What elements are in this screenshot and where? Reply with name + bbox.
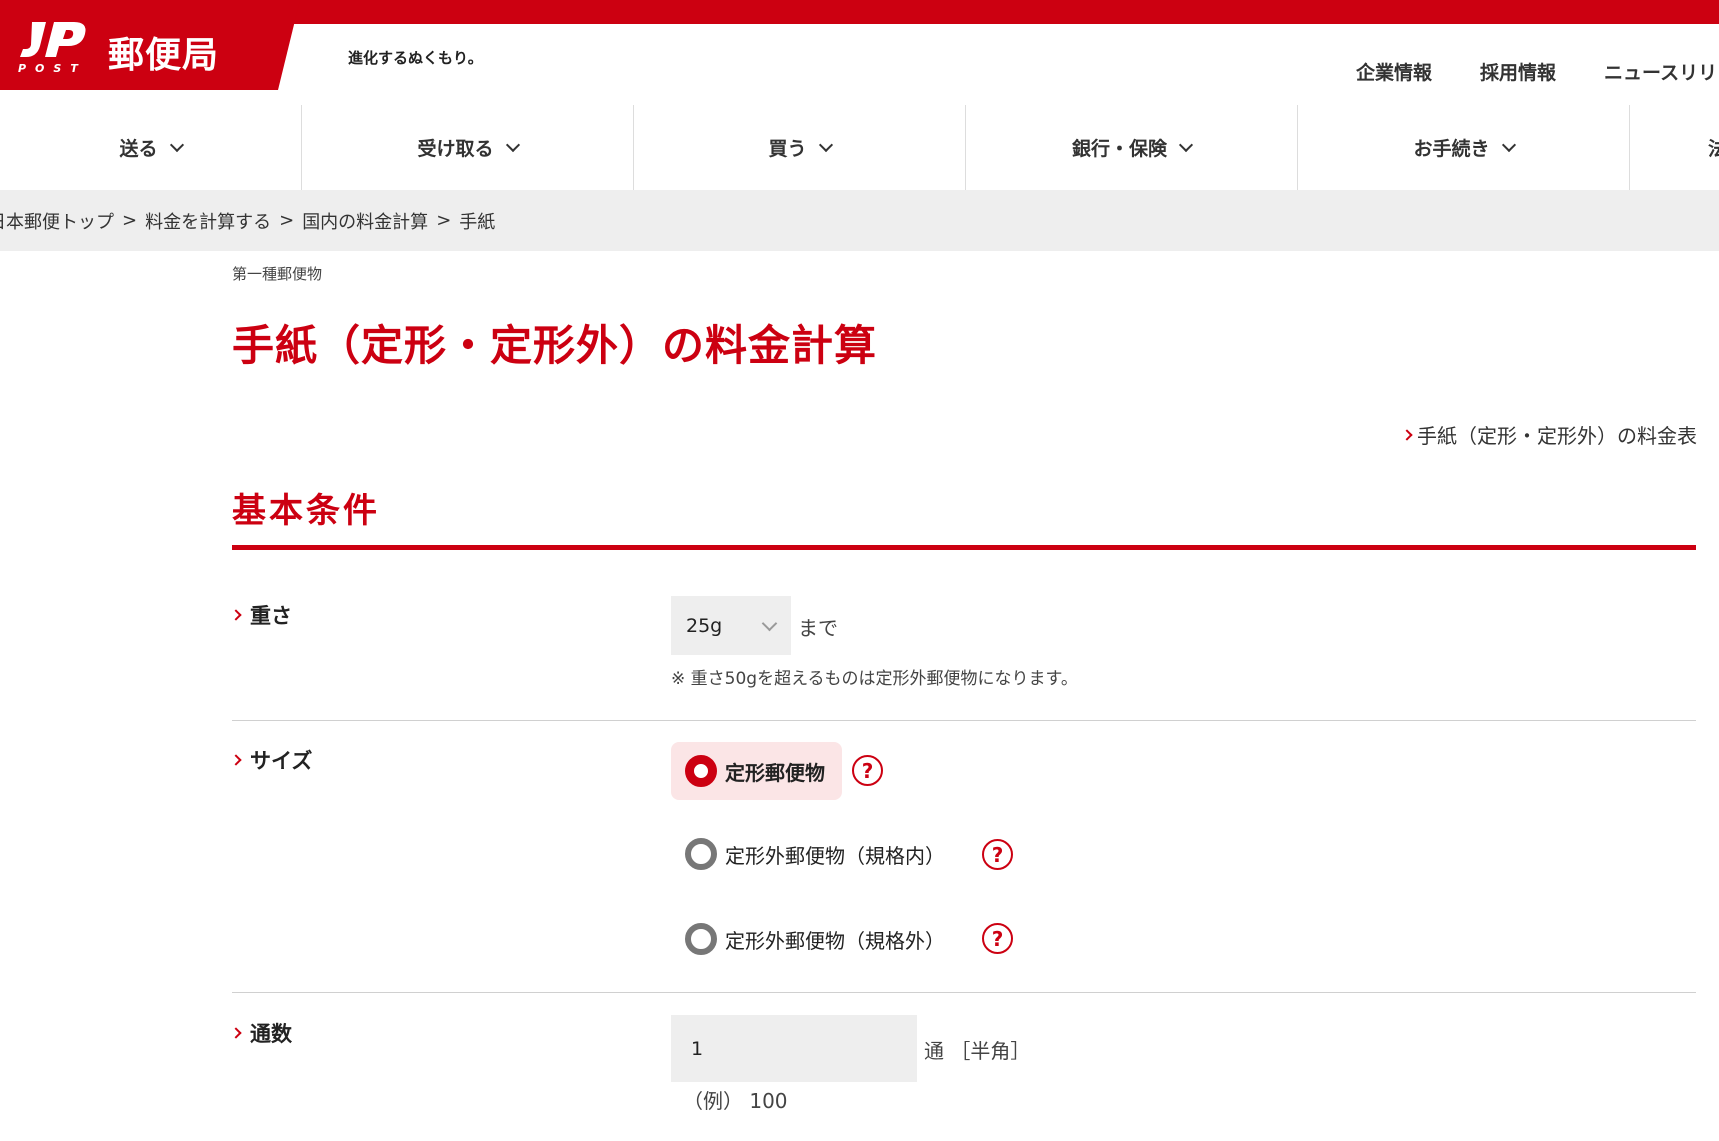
chevron-right-icon — [230, 609, 242, 621]
utility-link-recruit[interactable]: 採用情報 — [1480, 58, 1556, 85]
gnav-procedures[interactable]: お手続き — [1298, 105, 1630, 190]
breadcrumb-item-domestic[interactable]: 国内の料金計算 — [302, 208, 428, 234]
size-option-label: 定形外郵便物（規格外） — [725, 928, 945, 953]
breadcrumb-item-top[interactable]: 日本郵便トップ — [0, 208, 114, 234]
weight-select[interactable]: 25g — [671, 596, 791, 655]
chevron-right-icon — [230, 754, 242, 766]
weight-label-text: 重さ — [250, 604, 292, 628]
gnav-label: 受け取る — [417, 138, 494, 160]
gnav-receive[interactable]: 受け取る — [302, 105, 634, 190]
breadcrumb-item-current: 手紙 — [459, 211, 496, 233]
rate-table-link[interactable]: 手紙（定形・定形外）の料金表 — [1401, 420, 1697, 449]
gnav-bank-insurance[interactable]: 銀行・保険 — [966, 105, 1298, 190]
section-divider — [232, 545, 1696, 550]
size-option-nonstandard-in[interactable]: 定形外郵便物（規格内） — [671, 825, 959, 883]
radio-selected-icon — [685, 755, 717, 787]
breadcrumb-separator: > — [122, 210, 138, 231]
breadcrumb-separator: > — [279, 210, 295, 231]
chevron-right-icon — [230, 1027, 242, 1039]
row-divider — [232, 720, 1696, 721]
logo-banner[interactable]: POST 郵便局 — [0, 0, 300, 90]
help-icon[interactable]: ? — [982, 839, 1013, 870]
page-eyebrow: 第一種郵便物 — [232, 265, 323, 283]
help-icon[interactable]: ? — [852, 755, 883, 786]
chevron-down-icon — [761, 615, 778, 632]
gnav-label: 買う — [768, 138, 807, 160]
gnav-corporate-partial[interactable]: 法 — [1630, 105, 1719, 190]
count-input[interactable] — [671, 1015, 917, 1082]
gnav-label: 送る — [119, 138, 158, 160]
count-example: （例） 100 — [683, 1089, 788, 1113]
radio-unselected-icon — [685, 838, 717, 870]
logo-post-text: POST — [18, 62, 87, 75]
breadcrumb-separator: > — [436, 210, 452, 231]
breadcrumb-item-calc[interactable]: 料金を計算する — [145, 208, 271, 234]
rate-table-link-label: 手紙（定形・定形外）の料金表 — [1417, 424, 1697, 448]
chevron-down-icon — [1501, 137, 1516, 152]
utility-link-news[interactable]: ニュースリリ — [1604, 58, 1717, 85]
size-option-label: 定形郵便物 — [725, 760, 825, 785]
size-label: サイズ — [230, 745, 313, 775]
size-option-standard[interactable]: 定形郵便物 — [671, 742, 842, 800]
gnav-send[interactable]: 送る — [0, 105, 302, 190]
count-label-text: 通数 — [250, 1022, 292, 1046]
brand-name: 郵便局 — [108, 35, 220, 76]
weight-label: 重さ — [230, 600, 292, 630]
gnav-label: 法 — [1707, 138, 1719, 160]
gnav-label: 銀行・保険 — [1071, 138, 1167, 160]
size-option-label: 定形外郵便物（規格内） — [725, 843, 945, 868]
chevron-down-icon — [505, 137, 520, 152]
gnav-label: お手続き — [1413, 138, 1490, 160]
jp-post-logo-icon — [20, 22, 86, 57]
chevron-down-icon — [1178, 137, 1194, 152]
weight-suffix: まで — [798, 616, 838, 640]
utility-nav: 企業情報 採用情報 ニュースリリ — [1356, 58, 1717, 85]
row-divider — [232, 992, 1696, 993]
size-option-nonstandard-out[interactable]: 定形外郵便物（規格外） — [671, 910, 959, 968]
section-title: 基本条件 — [232, 491, 380, 531]
chevron-down-icon — [169, 137, 184, 152]
chevron-down-icon — [818, 137, 833, 152]
help-icon[interactable]: ? — [982, 923, 1013, 954]
radio-unselected-icon — [685, 923, 717, 955]
breadcrumb: 日本郵便トップ > 料金を計算する > 国内の料金計算 > 手紙 — [0, 190, 1719, 251]
page-title: 手紙（定形・定形外）の料金計算 — [232, 321, 878, 370]
global-nav: 送る 受け取る 買う 銀行・保険 お手続き 法 — [0, 105, 1719, 190]
size-label-text: サイズ — [250, 749, 313, 773]
weight-select-value: 25g — [686, 614, 723, 637]
gnav-buy[interactable]: 買う — [634, 105, 966, 190]
chevron-right-icon — [1401, 428, 1413, 441]
count-unit: 通 ［半角］ — [924, 1039, 1031, 1063]
weight-note: ※ 重さ50gを超えるものは定形外郵便物になります。 — [671, 669, 1078, 689]
count-label: 通数 — [230, 1018, 292, 1048]
tagline: 進化するぬくもり。 — [348, 49, 483, 67]
utility-link-corporate[interactable]: 企業情報 — [1356, 58, 1432, 85]
